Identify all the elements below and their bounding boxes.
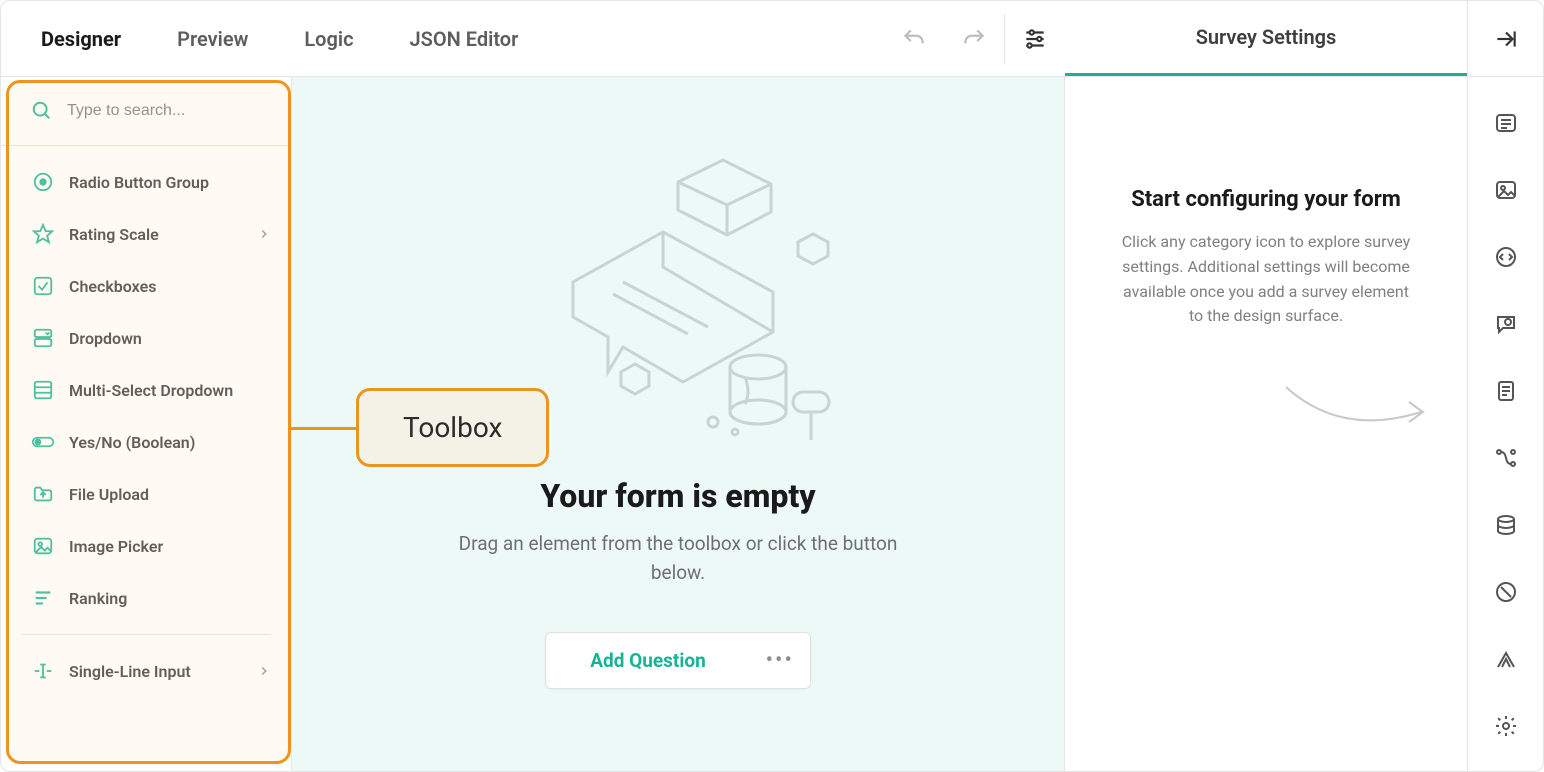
toolbox-item-label: Yes/No (Boolean) (69, 433, 195, 452)
dots-icon: ••• (766, 648, 794, 673)
rail-timer[interactable] (1490, 710, 1522, 741)
list-icon (1494, 111, 1518, 135)
rail-logo[interactable] (1490, 174, 1522, 205)
rail-logic[interactable] (1490, 442, 1522, 473)
search-icon (31, 99, 53, 123)
toolbox-separator (21, 634, 271, 635)
ranking-icon (31, 586, 55, 610)
rail-pages[interactable] (1490, 375, 1522, 406)
cog-icon (1494, 714, 1518, 738)
settings-toggle-button[interactable] (1005, 1, 1065, 76)
toolbox-item-multiselect[interactable]: Multi-Select Dropdown (1, 364, 291, 416)
empty-subtitle: Drag an element from the toolbox or clic… (458, 529, 898, 588)
app-root: Designer Preview Logic JSON Editor (0, 0, 1544, 772)
add-question-group: Add Question ••• (545, 632, 810, 689)
settings-description: Click any category icon to explore surve… (1116, 230, 1416, 329)
gear-chat-icon (1494, 312, 1518, 336)
settings-panel: Start configuring your form Click any ca… (1065, 77, 1467, 771)
redo-button[interactable] (944, 1, 1004, 76)
settings-title: Start configuring your form (1095, 187, 1437, 212)
search-input[interactable] (67, 102, 274, 120)
tab-label: Logic (304, 27, 353, 51)
flags-icon (1494, 647, 1518, 671)
redo-icon (961, 26, 987, 52)
upload-icon (31, 482, 55, 506)
add-question-label: Add Question (590, 649, 705, 672)
toolbox-item-singleline[interactable]: Single-Line Input (1, 645, 291, 697)
toolbox-item-checkboxes[interactable]: Checkboxes (1, 260, 291, 312)
toolbox-item-label: Image Picker (69, 537, 163, 556)
add-question-button[interactable]: Add Question (546, 633, 749, 688)
toolbox-item-file[interactable]: File Upload (1, 468, 291, 520)
tab-json-editor[interactable]: JSON Editor (382, 1, 547, 76)
empty-illustration (513, 127, 843, 467)
chevron-right-icon (257, 227, 271, 241)
hint-arrow-icon (1281, 377, 1431, 447)
rail-general[interactable] (1490, 107, 1522, 138)
annotation-connector (290, 427, 358, 430)
add-question-type-button[interactable]: ••• (750, 633, 810, 688)
main-tabs: Designer Preview Logic JSON Editor (1, 1, 546, 76)
annotation-label: Toolbox (403, 411, 502, 444)
topbar-actions (884, 1, 1065, 76)
toolbox-item-label: Checkboxes (69, 277, 156, 296)
toolbox-item-label: Single-Line Input (69, 662, 191, 681)
rail-data[interactable] (1490, 509, 1522, 540)
deny-icon (1494, 580, 1518, 604)
settings-rail (1467, 77, 1543, 771)
toolbox-item-label: Dropdown (69, 329, 142, 348)
undo-button[interactable] (884, 1, 944, 76)
tab-preview[interactable]: Preview (149, 1, 276, 76)
toolbox-search[interactable] (1, 77, 291, 146)
tab-logic[interactable]: Logic (276, 1, 381, 76)
top-bar: Designer Preview Logic JSON Editor (1, 1, 1543, 77)
toggle-icon (31, 430, 55, 454)
tab-label: JSON Editor (410, 27, 519, 51)
toolbox-item-rating[interactable]: Rating Scale (1, 208, 291, 260)
toolbox-item-radio[interactable]: Radio Button Group (1, 156, 291, 208)
tab-label: Preview (177, 27, 248, 51)
textline-icon (31, 659, 55, 683)
settings-header-label: Survey Settings (1196, 25, 1337, 49)
toolbox-item-boolean[interactable]: Yes/No (Boolean) (1, 416, 291, 468)
dropdown-icon (31, 326, 55, 350)
rail-complete[interactable] (1490, 643, 1522, 674)
toolbox-item-label: File Upload (69, 485, 149, 504)
settings-panel-header[interactable]: Survey Settings (1065, 1, 1467, 76)
rail-validation[interactable] (1490, 576, 1522, 607)
toolbox-item-imagepicker[interactable]: Image Picker (1, 520, 291, 572)
toolbox-item-dropdown[interactable]: Dropdown (1, 312, 291, 364)
main-area: Radio Button Group Rating Scale Checkbox… (1, 77, 1543, 771)
sliders-icon (1022, 26, 1048, 52)
picture-icon (1494, 178, 1518, 202)
radio-icon (31, 170, 55, 194)
path-icon (1494, 446, 1518, 470)
toolbox-item-label: Rating Scale (69, 225, 159, 244)
tab-designer[interactable]: Designer (13, 1, 149, 76)
toolbox-item-label: Ranking (69, 589, 127, 608)
toolbox-item-label: Radio Button Group (69, 173, 209, 192)
star-icon (31, 222, 55, 246)
collapse-right-icon (1493, 26, 1519, 52)
doc-icon (1494, 379, 1518, 403)
database-icon (1494, 513, 1518, 537)
empty-title: Your form is empty (540, 477, 815, 515)
chevron-right-icon (257, 664, 271, 678)
rail-question[interactable] (1490, 308, 1522, 339)
undo-icon (901, 26, 927, 52)
embed-icon (1494, 245, 1518, 269)
toolbox-item-ranking[interactable]: Ranking (1, 572, 291, 624)
multiselect-icon (31, 378, 55, 402)
rail-navigation[interactable] (1490, 241, 1522, 272)
toolbox-item-label: Multi-Select Dropdown (69, 381, 233, 400)
annotation-callout: Toolbox (356, 388, 549, 467)
toolbox-list: Radio Button Group Rating Scale Checkbox… (1, 146, 291, 771)
image-icon (31, 534, 55, 558)
checkbox-icon (31, 274, 55, 298)
toolbox-panel: Radio Button Group Rating Scale Checkbox… (1, 77, 291, 771)
tab-label: Designer (41, 27, 121, 51)
collapse-panel-button[interactable] (1467, 1, 1543, 76)
